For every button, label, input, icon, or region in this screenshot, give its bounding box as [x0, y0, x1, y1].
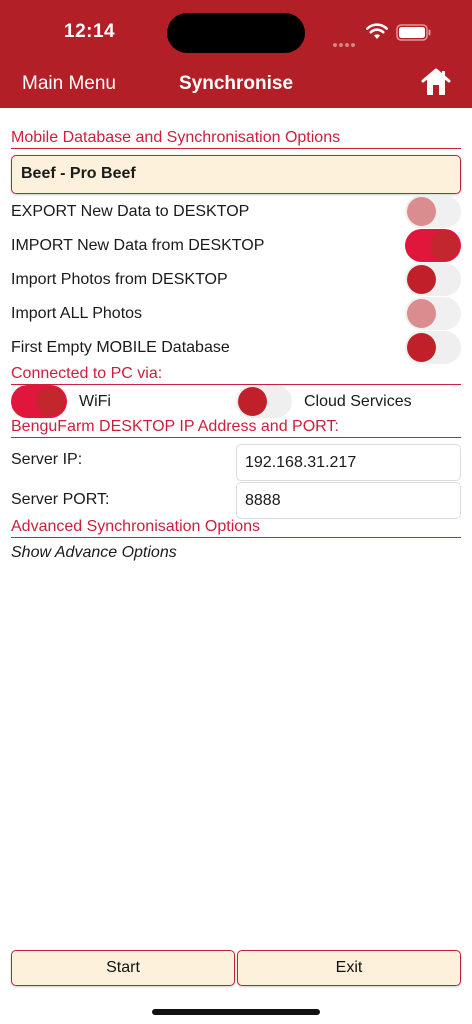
main-menu-button[interactable]: Main Menu [22, 73, 116, 95]
toggle-knob [238, 387, 267, 416]
server-ip-label: Server IP: [11, 451, 83, 468]
server-ip-input[interactable]: 192.168.31.217 [236, 444, 461, 481]
export-toggle[interactable] [405, 195, 461, 228]
wifi-toggle[interactable] [11, 385, 67, 418]
toggle-label-empty-db: First Empty MOBILE Database [11, 339, 230, 356]
empty-database-toggle[interactable] [405, 331, 461, 364]
toggle-knob [407, 333, 436, 362]
cloud-services-toggle[interactable] [236, 385, 292, 418]
section-header-ip: BenguFarm DESKTOP IP Address and PORT: [11, 418, 461, 438]
wifi-label: WiFi [79, 393, 111, 410]
toggle-knob [407, 265, 436, 294]
home-icon[interactable] [420, 66, 452, 98]
cloud-services-label: Cloud Services [304, 393, 412, 410]
toggle-label-export: EXPORT New Data to DESKTOP [11, 203, 250, 220]
status-time: 12:14 [64, 21, 116, 42]
server-port-label: Server PORT: [11, 491, 110, 508]
import-all-photos-toggle[interactable] [405, 297, 461, 330]
home-indicator[interactable] [152, 1009, 320, 1015]
section-header-connected: Connected to PC via: [11, 365, 461, 385]
toggle-knob [36, 387, 65, 416]
toggle-label-import-photos: Import Photos from DESKTOP [11, 271, 228, 288]
import-photos-toggle[interactable] [405, 263, 461, 296]
exit-button[interactable]: Exit [237, 950, 461, 986]
wifi-icon [366, 23, 388, 39]
section-header-advanced: Advanced Synchronisation Options [11, 518, 461, 538]
cellular-signal-icon [333, 34, 359, 47]
toggle-label-import-all-photos: Import ALL Photos [11, 305, 143, 322]
toggle-knob [430, 231, 459, 260]
show-advance-options-link[interactable]: Show Advance Options [11, 544, 177, 562]
dynamic-island [167, 13, 305, 53]
section-header-options: Mobile Database and Synchronisation Opti… [11, 129, 461, 149]
server-port-input[interactable]: 8888 [236, 482, 461, 519]
toggle-knob [407, 197, 436, 226]
database-selector[interactable]: Beef - Pro Beef [11, 155, 461, 194]
app-header: 12:14 Main Menu Synchronise [0, 0, 472, 108]
import-data-toggle[interactable] [405, 229, 461, 262]
start-button[interactable]: Start [11, 950, 235, 986]
battery-icon [396, 24, 431, 41]
status-bar: 12:14 [0, 0, 472, 60]
toggle-label-import: IMPORT New Data from DESKTOP [11, 237, 265, 254]
toggle-knob [407, 299, 436, 328]
